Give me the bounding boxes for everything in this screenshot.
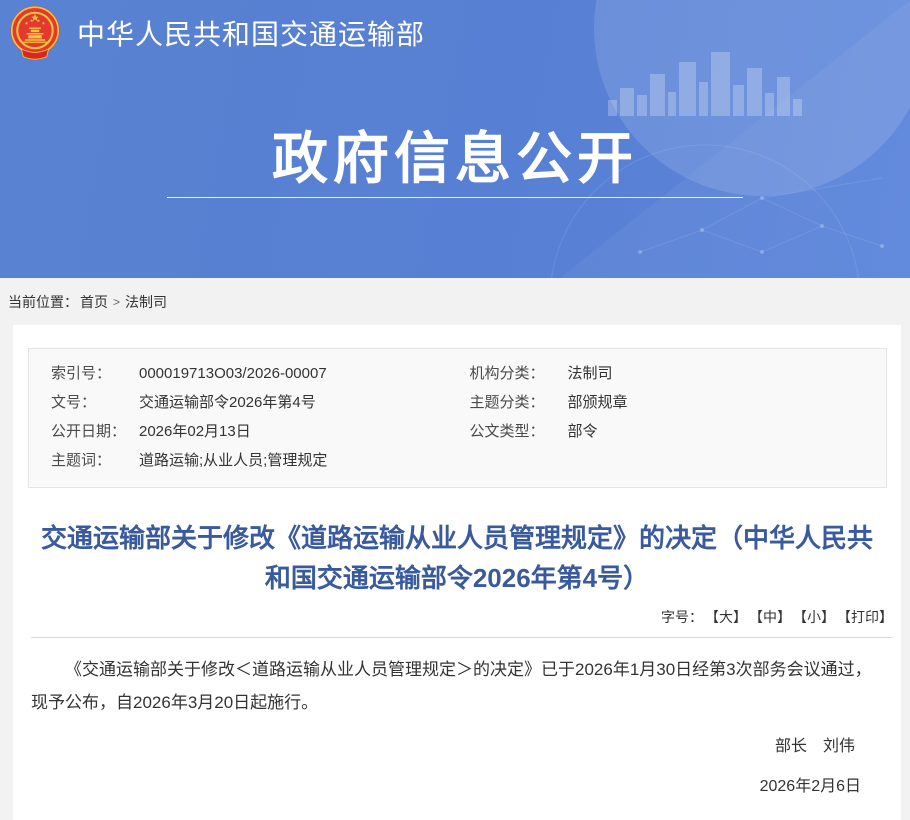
meta-value: 000019713O03/2026-00007: [139, 359, 327, 388]
article-body: 《交通运输部关于修改＜道路运输从业人员管理规定＞的决定》已于2026年1月30日…: [31, 653, 883, 719]
meta-label: 主题分类：: [458, 388, 568, 417]
meta-label: 文号：: [29, 388, 139, 417]
document-meta-table: 索引号： 000019713O03/2026-00007 文号： 交通运输部令2…: [28, 348, 887, 488]
ministry-name: 中华人民共和国交通运输部: [77, 13, 425, 53]
meta-row-keywords: 主题词： 道路运输;从业人员;管理规定: [29, 446, 458, 475]
national-emblem-icon: [8, 4, 62, 62]
site-header: 中华人民共和国交通运输部: [8, 4, 425, 62]
meta-row-doc-no: 文号： 交通运输部令2026年第4号: [29, 388, 458, 417]
article-title: 交通运输部关于修改《道路运输从业人员管理规定》的决定（中华人民共和国交通运输部令…: [31, 518, 883, 598]
meta-row-index-no: 索引号： 000019713O03/2026-00007: [29, 359, 458, 388]
breadcrumb-current-link[interactable]: 法制司: [125, 292, 167, 312]
meta-column-left: 索引号： 000019713O03/2026-00007 文号： 交通运输部令2…: [29, 359, 458, 475]
meta-label: 公文类型：: [458, 417, 568, 446]
title-underline: [167, 197, 743, 198]
meta-value: 交通运输部令2026年第4号: [139, 388, 316, 417]
meta-row-org-category: 机构分类： 法制司: [458, 359, 887, 388]
print-button[interactable]: 【打印】: [844, 609, 893, 625]
signature-date: 2026年2月6日: [13, 772, 861, 796]
font-size-controls: 字号： 【大】【中】【小】【打印】: [13, 607, 893, 627]
content-card: 索引号： 000019713O03/2026-00007 文号： 交通运输部令2…: [13, 325, 901, 820]
meta-label: 索引号：: [29, 359, 139, 388]
meta-row-publish-date: 公开日期： 2026年02月13日: [29, 417, 458, 446]
title-body-divider: [31, 637, 893, 638]
font-size-medium-button[interactable]: 【中】: [756, 609, 791, 625]
meta-value: 部令: [568, 417, 598, 446]
banner: 中华人民共和国交通运输部 政府信息公开: [0, 0, 910, 278]
breadcrumb-label: 当前位置：: [8, 292, 78, 312]
font-size-large-button[interactable]: 【大】: [712, 609, 747, 625]
breadcrumb: 当前位置： 首页 > 法制司: [0, 278, 910, 325]
meta-label: 主题词：: [29, 446, 139, 475]
meta-value: 部颁规章: [568, 388, 628, 417]
meta-label: 公开日期：: [29, 417, 139, 446]
meta-column-right: 机构分类： 法制司 主题分类： 部颁规章 公文类型： 部令: [458, 359, 887, 475]
breadcrumb-separator: >: [113, 295, 120, 309]
page-title: 政府信息公开: [0, 114, 910, 195]
signature-minister: 部长 刘伟: [13, 732, 855, 756]
breadcrumb-home-link[interactable]: 首页: [80, 292, 108, 312]
meta-row-doc-type: 公文类型： 部令: [458, 417, 887, 446]
meta-value: 道路运输;从业人员;管理规定: [139, 446, 327, 475]
font-size-small-button[interactable]: 【小】: [800, 609, 835, 625]
font-size-label: 字号：: [661, 609, 703, 625]
meta-value: 法制司: [568, 359, 613, 388]
meta-row-topic-category: 主题分类： 部颁规章: [458, 388, 887, 417]
meta-value: 2026年02月13日: [139, 417, 251, 446]
meta-label: 机构分类：: [458, 359, 568, 388]
